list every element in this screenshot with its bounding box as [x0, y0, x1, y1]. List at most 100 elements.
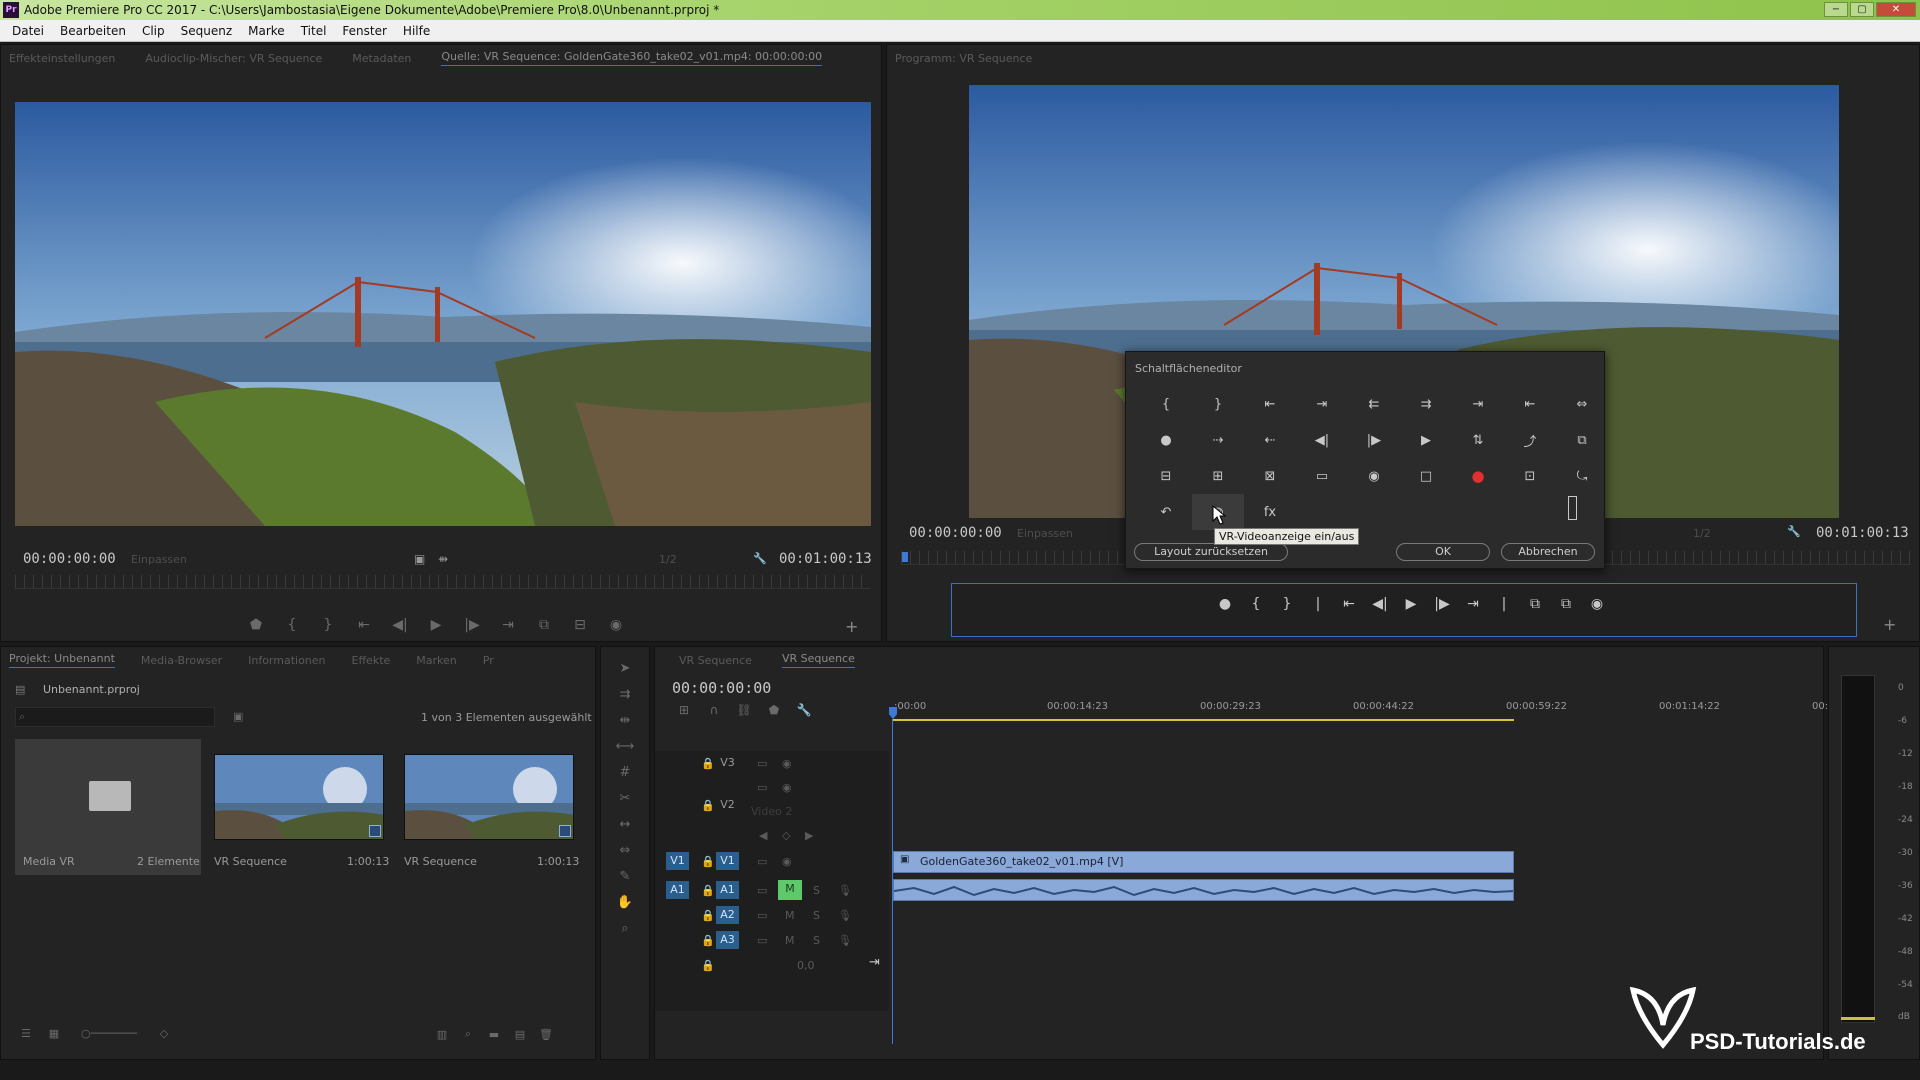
program-button-bar-drop-area[interactable]: ● { } | ⇤ ◀| ▶ |▶ ⇥ | ⧉ ⧉ ◉ — [951, 583, 1857, 637]
program-playhead[interactable] — [902, 552, 908, 562]
editor-btn-go-to-in-icon[interactable]: ⇇ — [1348, 386, 1400, 422]
v2-sync-icon[interactable]: ▭ — [757, 781, 767, 794]
editor-btn-play-around-icon[interactable]: ⇅ — [1452, 422, 1504, 458]
track-a2[interactable]: A2 — [716, 906, 739, 924]
source-video-frame[interactable] — [15, 102, 871, 526]
program-wrench-icon[interactable]: 🔧 — [1787, 525, 1801, 538]
linked-selection-icon[interactable]: ⛓ — [731, 703, 757, 717]
tab-media-browser[interactable]: Media-Browser — [141, 654, 222, 667]
editor-btn-export-frame-icon[interactable]: ◉ — [1348, 458, 1400, 494]
menu-marke[interactable]: Marke — [240, 20, 293, 41]
camera-icon[interactable]: ◉ — [603, 617, 629, 633]
step-forward-icon[interactable]: |▶ — [1429, 596, 1455, 612]
mark-in-icon[interactable]: { — [279, 617, 305, 633]
track-select-tool-icon[interactable]: ⇉ — [615, 687, 635, 707]
find-icon[interactable]: ⌕ — [455, 1027, 481, 1041]
ripple-edit-tool-icon[interactable]: ⇹ — [615, 713, 635, 733]
a3-mute-button[interactable]: M — [785, 934, 795, 947]
step-forward-icon[interactable]: |▶ — [459, 617, 485, 633]
audio-clip[interactable] — [893, 879, 1514, 901]
editor-btn-play-icon[interactable]: ▶ — [1400, 422, 1452, 458]
timeline-timecode[interactable]: 00:00:00:00 — [672, 679, 771, 697]
tab-pr[interactable]: Pr — [483, 654, 494, 667]
new-item-icon[interactable]: ▤ — [507, 1028, 533, 1041]
source-patch-a1[interactable]: A1 — [666, 881, 689, 899]
editor-spacer-icon[interactable] — [1568, 496, 1577, 520]
rolling-edit-tool-icon[interactable]: ⟷ — [615, 739, 635, 759]
automate-icon[interactable]: ▥ — [429, 1028, 455, 1041]
a1-lock-icon[interactable]: 🔒 — [701, 884, 715, 897]
editor-btn-go-to-next-edit-icon[interactable]: ⇥ — [1452, 386, 1504, 422]
add-marker-icon[interactable]: ⬟ — [761, 703, 787, 717]
prev-keyframe-icon[interactable]: ◀ — [759, 829, 767, 842]
lift-icon[interactable]: ⧉ — [1522, 596, 1548, 612]
tab-program[interactable]: Programm: VR Sequence — [895, 52, 1032, 65]
icon-view-icon[interactable]: ▦ — [41, 1027, 67, 1040]
ok-button[interactable]: OK — [1396, 543, 1490, 561]
sort-icon[interactable]: ◇ — [151, 1027, 177, 1040]
step-back-icon[interactable]: ◀| — [1367, 596, 1393, 612]
a2-lock-icon[interactable]: 🔒 — [701, 909, 715, 922]
menu-fenster[interactable]: Fenster — [334, 20, 395, 41]
editor-btn-loop-icon[interactable]: ↶ — [1140, 494, 1192, 530]
v1-sync-icon[interactable]: ▭ — [757, 855, 767, 868]
wrench-icon[interactable]: 🔧 — [753, 552, 767, 565]
selection-tool-icon[interactable]: ➤ — [615, 661, 635, 681]
editor-btn-insert-icon[interactable]: ⊟ — [1140, 458, 1192, 494]
v3-eye-icon[interactable]: ◉ — [782, 757, 792, 770]
menu-clip[interactable]: Clip — [134, 20, 173, 41]
menu-titel[interactable]: Titel — [293, 20, 335, 41]
reset-layout-button[interactable]: Layout zurücksetzen — [1134, 543, 1288, 561]
tab-vr-sequence-active[interactable]: VR Sequence — [781, 652, 855, 668]
v3-lock-icon[interactable]: 🔒 — [701, 757, 715, 770]
go-to-out-icon[interactable]: ⇥ — [1460, 596, 1486, 612]
insert-icon[interactable]: ⇻ — [438, 552, 448, 566]
new-bin-icon[interactable]: ▬ — [481, 1028, 507, 1041]
program-resolution-select[interactable]: 1/2 — [1693, 527, 1711, 540]
next-keyframe-icon[interactable]: ▶ — [805, 829, 813, 842]
master-lock-icon[interactable]: 🔒 — [701, 959, 715, 972]
add-marker-icon[interactable]: ⬟ — [243, 617, 269, 633]
play-icon[interactable]: ▶ — [1398, 596, 1424, 612]
a3-sync-icon[interactable]: ▭ — [757, 934, 767, 947]
editor-btn-closed-captions-icon[interactable]: □ — [1400, 458, 1452, 494]
extract-icon[interactable]: ⧉ — [1553, 596, 1579, 612]
a1-sync-icon[interactable]: ▭ — [757, 884, 767, 897]
menu-datei[interactable]: Datei — [4, 20, 52, 41]
track-v1[interactable]: V1 — [716, 852, 739, 870]
a1-mic-icon[interactable]: 🎙 — [838, 884, 852, 897]
editor-btn-safe-margins-icon[interactable]: ▭ — [1296, 458, 1348, 494]
slip-tool-icon[interactable]: ↔ — [615, 817, 635, 837]
cancel-button[interactable]: Abbrechen — [1501, 543, 1595, 561]
work-area-bar[interactable] — [892, 719, 1514, 721]
overwrite-icon[interactable]: ⊟ — [567, 617, 593, 633]
a2-sync-icon[interactable]: ▭ — [757, 909, 767, 922]
menu-sequenz[interactable]: Sequenz — [173, 20, 241, 41]
settings-wrench-icon[interactable]: 🔧 — [791, 703, 817, 717]
v2-lock-icon[interactable]: 🔒 — [701, 799, 715, 812]
source-time-ruler[interactable] — [15, 575, 870, 589]
timeline-ruler[interactable]: :00:00 00:00:14:23 00:00:29:23 00:00:44:22 0… — [892, 691, 1838, 751]
tab-project[interactable]: Projekt: Unbenannt — [9, 652, 115, 668]
a3-mic-icon[interactable]: 🎙 — [838, 934, 852, 947]
v3-sync-icon[interactable]: ▭ — [757, 757, 767, 770]
editor-btn-play-in-to-out-icon[interactable]: ⇔ — [1556, 386, 1608, 422]
editor-btn-go-to-out-icon[interactable]: ⇉ — [1400, 386, 1452, 422]
master-volume[interactable]: 0,0 — [797, 959, 815, 972]
tab-vr-sequence[interactable]: VR Sequence — [679, 654, 752, 667]
go-to-out-icon[interactable]: ⇥ — [495, 617, 521, 633]
razor-tool-icon[interactable]: ✂ — [615, 791, 635, 811]
tab-source[interactable]: Quelle: VR Sequence: GoldenGate360_take0… — [441, 50, 823, 66]
source-fit-select[interactable]: Einpassen — [131, 553, 187, 566]
editor-btn-go-to-prev-marker-icon[interactable]: ⇠ — [1244, 422, 1296, 458]
a1-mute-button[interactable]: M — [778, 880, 802, 900]
source-resolution-select[interactable]: 1/2 — [659, 553, 677, 566]
track-a1[interactable]: A1 — [716, 881, 739, 899]
program-add-button-icon[interactable]: + — [1883, 615, 1896, 634]
editor-btn-mark-in-icon[interactable]: { — [1140, 386, 1192, 422]
snap-icon[interactable]: ∩ — [701, 703, 727, 717]
editor-btn-clear-out-icon[interactable]: ⇥ — [1296, 386, 1348, 422]
editor-btn-lift-icon[interactable]: ⤴ — [1504, 422, 1556, 458]
zoom-slider[interactable]: ○─────── — [69, 1027, 149, 1040]
mark-out-icon[interactable]: } — [1274, 596, 1300, 612]
